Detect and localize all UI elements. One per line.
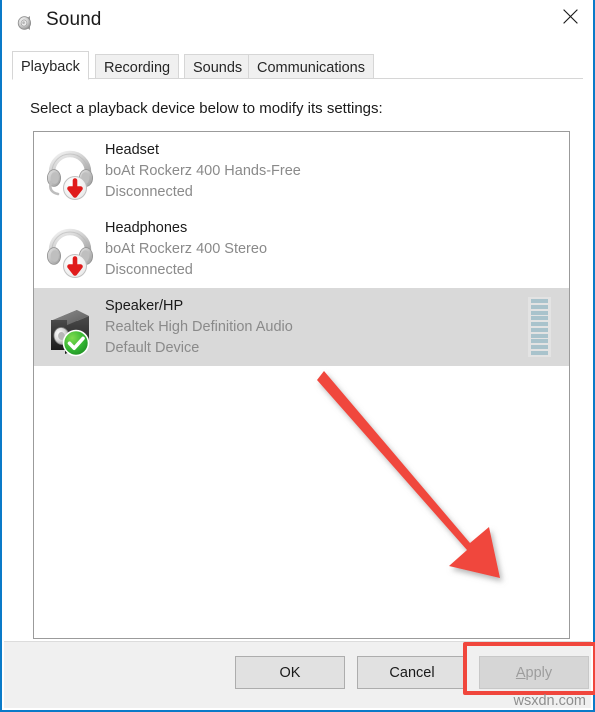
window-title: Sound bbox=[46, 9, 102, 30]
speaker-box-icon bbox=[45, 296, 99, 358]
device-status: Default Device bbox=[105, 339, 200, 356]
device-name: Headset bbox=[105, 141, 160, 158]
ok-button-label: OK bbox=[279, 664, 301, 681]
tab-playback-label: Playback bbox=[21, 58, 80, 75]
tab-sounds-label: Sounds bbox=[193, 60, 243, 76]
playback-device-list[interactable]: Headset boAt Rockerz 400 Hands-Free Disc… bbox=[33, 131, 570, 639]
volume-meter-segment bbox=[531, 322, 548, 327]
device-description: Realtek High Definition Audio bbox=[105, 318, 293, 335]
volume-meter-segment bbox=[531, 339, 548, 344]
device-name: Speaker/HP bbox=[105, 297, 184, 314]
volume-meter-segment bbox=[531, 310, 548, 315]
ok-button[interactable]: OK bbox=[235, 656, 345, 689]
device-status: Disconnected bbox=[105, 183, 193, 200]
tab-sounds[interactable]: Sounds bbox=[184, 54, 252, 79]
device-list-item-headset[interactable]: Headset boAt Rockerz 400 Hands-Free Disc… bbox=[34, 132, 569, 210]
cancel-button[interactable]: Cancel bbox=[357, 656, 467, 689]
tab-recording[interactable]: Recording bbox=[95, 54, 180, 79]
title-bar: Sound bbox=[2, 0, 593, 48]
volume-meter-segment bbox=[531, 350, 548, 355]
cancel-button-label: Cancel bbox=[389, 664, 435, 681]
speaker-icon bbox=[16, 12, 38, 34]
tab-communications-label: Communications bbox=[257, 60, 365, 76]
apply-button-label: Apply bbox=[515, 664, 553, 681]
headset-icon bbox=[45, 140, 99, 202]
volume-level-meter bbox=[528, 297, 551, 357]
device-text: Speaker/HP Realtek High Definition Audio… bbox=[105, 296, 293, 359]
tab-communications[interactable]: Communications bbox=[248, 54, 374, 79]
device-status: Disconnected bbox=[105, 261, 193, 278]
volume-meter-segment bbox=[531, 304, 548, 309]
watermark: wsxdn.com bbox=[513, 693, 586, 709]
device-name: Headphones bbox=[105, 219, 188, 236]
device-text: Headphones boAt Rockerz 400 Stereo Disco… bbox=[105, 218, 267, 281]
dialog-button-bar: OK Cancel Apply bbox=[4, 641, 591, 708]
device-description: boAt Rockerz 400 Stereo bbox=[105, 240, 268, 257]
close-icon bbox=[562, 8, 579, 25]
instruction-label: Select a playback device below to modify… bbox=[30, 100, 383, 117]
device-text: Headset boAt Rockerz 400 Hands-Free Disc… bbox=[105, 140, 301, 203]
volume-meter-segment bbox=[531, 316, 548, 321]
apply-button[interactable]: Apply bbox=[479, 656, 589, 689]
headphones-icon bbox=[45, 218, 99, 280]
volume-meter-segment bbox=[531, 299, 548, 303]
playback-tab-panel: Select a playback device below to modify… bbox=[4, 79, 595, 708]
tab-playback[interactable]: Playback bbox=[12, 51, 89, 80]
sound-dialog-window: Sound Playback Recording Sounds Communic… bbox=[0, 0, 595, 712]
device-list-item-headphones[interactable]: Headphones boAt Rockerz 400 Stereo Disco… bbox=[34, 210, 569, 288]
volume-meter-segment bbox=[531, 333, 548, 338]
device-description: boAt Rockerz 400 Hands-Free bbox=[105, 162, 301, 179]
close-button[interactable] bbox=[547, 0, 593, 32]
volume-meter-segment bbox=[531, 345, 548, 350]
volume-meter-segment bbox=[531, 327, 548, 332]
device-list-item-speaker-hp[interactable]: Speaker/HP Realtek High Definition Audio… bbox=[34, 288, 569, 366]
tab-strip: Playback Recording Sounds Communications bbox=[12, 51, 583, 80]
tab-recording-label: Recording bbox=[104, 60, 171, 76]
